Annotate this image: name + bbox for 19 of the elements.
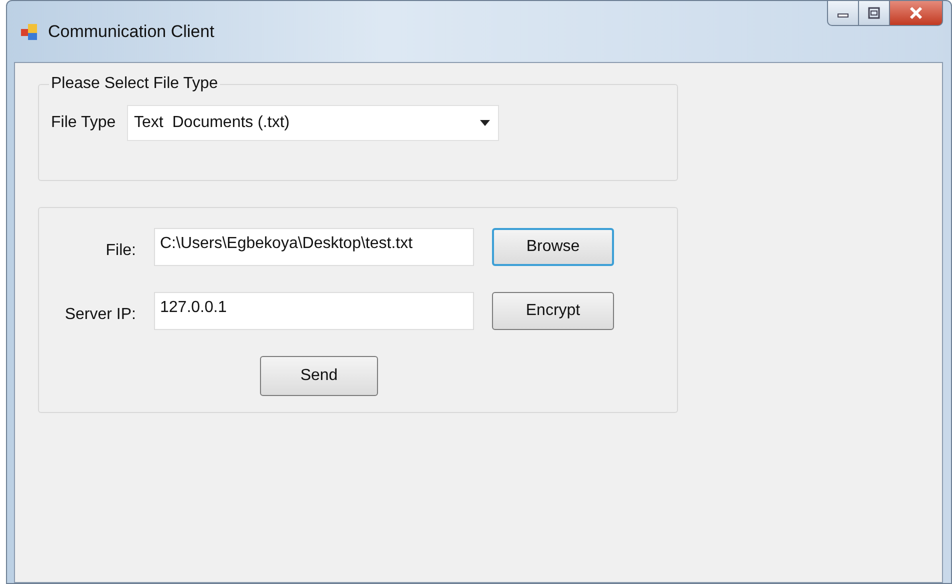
dropdown-value: Text Documents (.txt) bbox=[134, 114, 291, 132]
file-type-label: File Type bbox=[51, 114, 117, 132]
file-type-dropdown[interactable]: Text Documents (.txt) bbox=[127, 105, 499, 141]
dropdown-arrow-icon bbox=[480, 120, 490, 126]
close-button[interactable] bbox=[890, 1, 943, 26]
group-title: Please Select File Type bbox=[50, 75, 219, 93]
maximize-button[interactable] bbox=[859, 1, 890, 26]
app-icon bbox=[20, 22, 38, 40]
input-field[interactable]: C:\Users\Egbekoya\Desktop\test.txt bbox=[154, 228, 474, 266]
minimize-button[interactable] bbox=[827, 1, 859, 26]
maximize-icon bbox=[867, 7, 881, 19]
input-field[interactable]: 127.0.0.1 bbox=[154, 292, 474, 330]
close-icon bbox=[908, 6, 924, 20]
action-button[interactable]: Browse bbox=[492, 228, 614, 266]
window-title: Communication Client bbox=[48, 22, 214, 42]
send-button[interactable]: Send bbox=[260, 356, 378, 396]
field-label: File: bbox=[104, 241, 136, 260]
action-button[interactable]: Encrypt bbox=[492, 292, 614, 330]
field-label: Server IP: bbox=[64, 305, 136, 324]
